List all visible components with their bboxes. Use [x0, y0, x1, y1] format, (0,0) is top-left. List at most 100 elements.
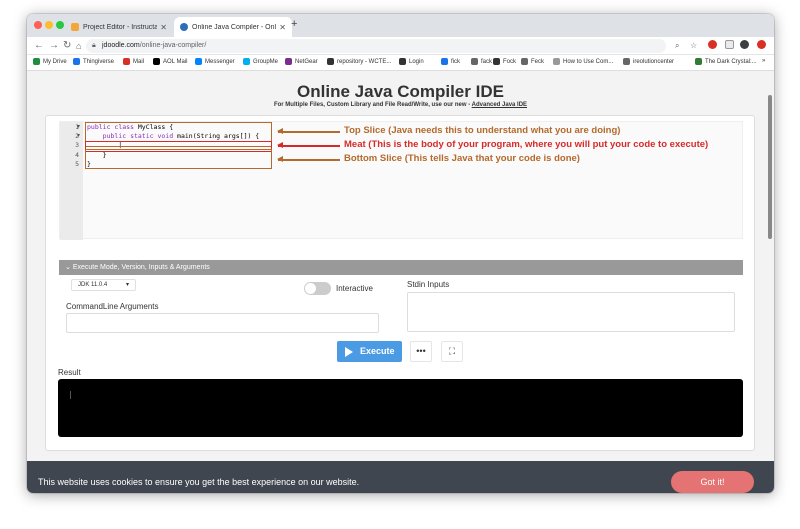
advanced-ide-link[interactable]: Advanced Java IDE [472, 102, 527, 108]
tab-title: Online Java Compiler - Online [192, 23, 277, 31]
result-label: Result [58, 368, 81, 377]
bottom-slice-annotation: Bottom Slice (This tells Java that your … [344, 153, 580, 164]
bookmark-item[interactable]: GroupMe [243, 58, 278, 65]
lock-icon: 🔒︎ [92, 42, 96, 49]
bookmark-label: Feck [531, 58, 545, 65]
options-section-header[interactable]: ⌄ Execute Mode, Version, Inputs & Argume… [59, 260, 743, 275]
bookmark-item[interactable]: ireolutioncenter [623, 58, 674, 65]
bookmark-favicon-icon [327, 58, 334, 65]
url-bar[interactable]: 🔒︎ jdoodle.com/online-java-compiler/ [86, 39, 666, 53]
jdk-version-value: JDK 11.0.4 [78, 282, 108, 288]
instructables-favicon-icon [71, 23, 79, 31]
bookmark-label: Messenger [205, 58, 235, 65]
bookmark-favicon-icon [521, 58, 528, 65]
close-tab-icon[interactable]: ✕ [279, 23, 286, 32]
execute-label: Execute [360, 346, 395, 356]
back-arrow-icon[interactable]: ← [34, 39, 44, 53]
cast-icon[interactable] [725, 40, 734, 49]
star-bookmark-icon[interactable]: ☆ [690, 39, 697, 53]
bookmark-label: ireolutioncenter [633, 58, 675, 65]
tab-jdoodle[interactable]: Online Java Compiler - Online ✕ [174, 17, 292, 37]
scrollbar[interactable] [768, 95, 772, 239]
new-tab-icon[interactable]: + [291, 18, 297, 30]
zoom-icon[interactable]: ⌕ [675, 39, 679, 53]
extension-icon[interactable] [708, 40, 717, 49]
page-content: Online Java Compiler IDE For Multiple Fi… [27, 71, 774, 493]
bookmark-favicon-icon [471, 58, 478, 65]
page-subtitle: For Multiple Files, Custom Library and F… [27, 102, 774, 108]
tab-instructables[interactable]: Project Editor - Instructables ✕ [65, 17, 173, 37]
top-slice-arrow-icon [277, 128, 340, 134]
compiler-card: 1 ▾ 2 ▾ 3 4 5 public class MyClass { public st… [45, 115, 755, 451]
code-editor[interactable]: 1 ▾ 2 ▾ 3 4 5 public class MyClass { public st… [59, 121, 743, 240]
more-bookmarks-icon[interactable]: » [762, 58, 765, 64]
bookmark-favicon-icon [399, 58, 406, 65]
jdk-version-select[interactable]: JDK 11.0.4 ▾ [71, 279, 136, 291]
line-number-gutter: 1 ▾ 2 ▾ 3 4 5 [60, 122, 83, 240]
chevron-down-icon: ▾ [125, 282, 129, 288]
cmdline-input[interactable] [66, 313, 379, 333]
profile-avatar[interactable] [740, 40, 749, 49]
bookmark-label: AOL Mail [163, 58, 188, 65]
stdin-label: Stdin Inputs [407, 280, 450, 289]
cookie-accept-button[interactable]: Got it! [671, 471, 754, 493]
bookmark-label: fick [451, 58, 460, 65]
bookmark-label: Login [409, 58, 424, 65]
meat-annotation: Meat (This is the body of your program, … [344, 139, 709, 150]
bookmark-label: Mail [133, 58, 145, 65]
maximize-window-button[interactable] [56, 21, 64, 29]
bookmark-item[interactable]: fack [471, 58, 492, 65]
result-console[interactable] [58, 379, 743, 437]
forward-arrow-icon[interactable]: → [49, 39, 59, 53]
bookmark-item[interactable]: The Dark Crystal:... [695, 58, 757, 65]
bookmark-favicon-icon [33, 58, 40, 65]
bookmark-item[interactable]: Messenger [195, 58, 235, 65]
meat-arrow-icon [277, 142, 340, 148]
cookie-banner: This website uses cookies to ensure you … [27, 461, 774, 493]
bookmark-item[interactable]: How to Use Com... [553, 58, 613, 65]
bookmark-item[interactable]: My Drive [33, 58, 67, 65]
close-window-button[interactable] [34, 21, 42, 29]
bookmark-label: GroupMe [253, 58, 279, 65]
bookmark-item[interactable]: Fock [493, 58, 516, 65]
bookmark-item[interactable]: repository - WCTE... [327, 58, 391, 65]
bookmark-item[interactable]: AOL Mail [153, 58, 187, 65]
fold-chevron-icon[interactable]: ▾ [77, 123, 80, 130]
subtitle-text: For Multiple Files, Custom Library and F… [273, 102, 472, 108]
bookmark-item[interactable]: Mail [123, 58, 144, 65]
bookmark-item[interactable]: Feck [521, 58, 544, 65]
bottom-slice-arrow-icon [277, 156, 340, 162]
reload-icon[interactable]: ↻ [63, 39, 71, 53]
bookmark-favicon-icon [123, 58, 130, 65]
bookmark-favicon-icon [243, 58, 250, 65]
line-number: 5 [75, 159, 79, 168]
bookmark-label: How to Use Com... [563, 58, 614, 65]
bottom-slice-box [85, 149, 272, 169]
bookmark-favicon-icon [195, 58, 202, 65]
menu-icon[interactable] [757, 40, 766, 49]
close-tab-icon[interactable]: ✕ [160, 23, 167, 32]
execute-button[interactable]: Execute [337, 341, 402, 362]
toggle-knob [305, 283, 316, 294]
interactive-label: Interactive [336, 284, 373, 293]
bookmark-favicon-icon [695, 58, 702, 65]
bookmark-item[interactable]: Login [399, 58, 424, 65]
bookmark-favicon-icon [153, 58, 160, 65]
console-caret [70, 391, 71, 399]
address-bar-row: ← → ↻ ⌂ 🔒︎ jdoodle.com/online-java-compi… [27, 37, 774, 55]
url-path: /online-java-compiler/ [139, 42, 207, 49]
fullscreen-button[interactable]: ⛶ [441, 341, 463, 362]
more-options-button[interactable]: ••• [410, 341, 432, 362]
bookmark-item[interactable]: fick [441, 58, 460, 65]
fold-chevron-icon[interactable]: ▾ [77, 132, 80, 139]
bookmark-label: NetGear [295, 58, 318, 65]
stdin-input[interactable] [407, 292, 735, 332]
bookmark-label: fack [481, 58, 493, 65]
bookmark-item[interactable]: NetGear [285, 58, 318, 65]
bookmark-label: Thingiverse [83, 58, 115, 65]
minimize-window-button[interactable] [45, 21, 53, 29]
bookmark-label: The Dark Crystal:... [705, 58, 757, 65]
home-icon[interactable]: ⌂ [76, 39, 81, 53]
bookmark-item[interactable]: Thingiverse [73, 58, 114, 65]
browser-window: Project Editor - Instructables ✕ Online … [27, 14, 774, 493]
